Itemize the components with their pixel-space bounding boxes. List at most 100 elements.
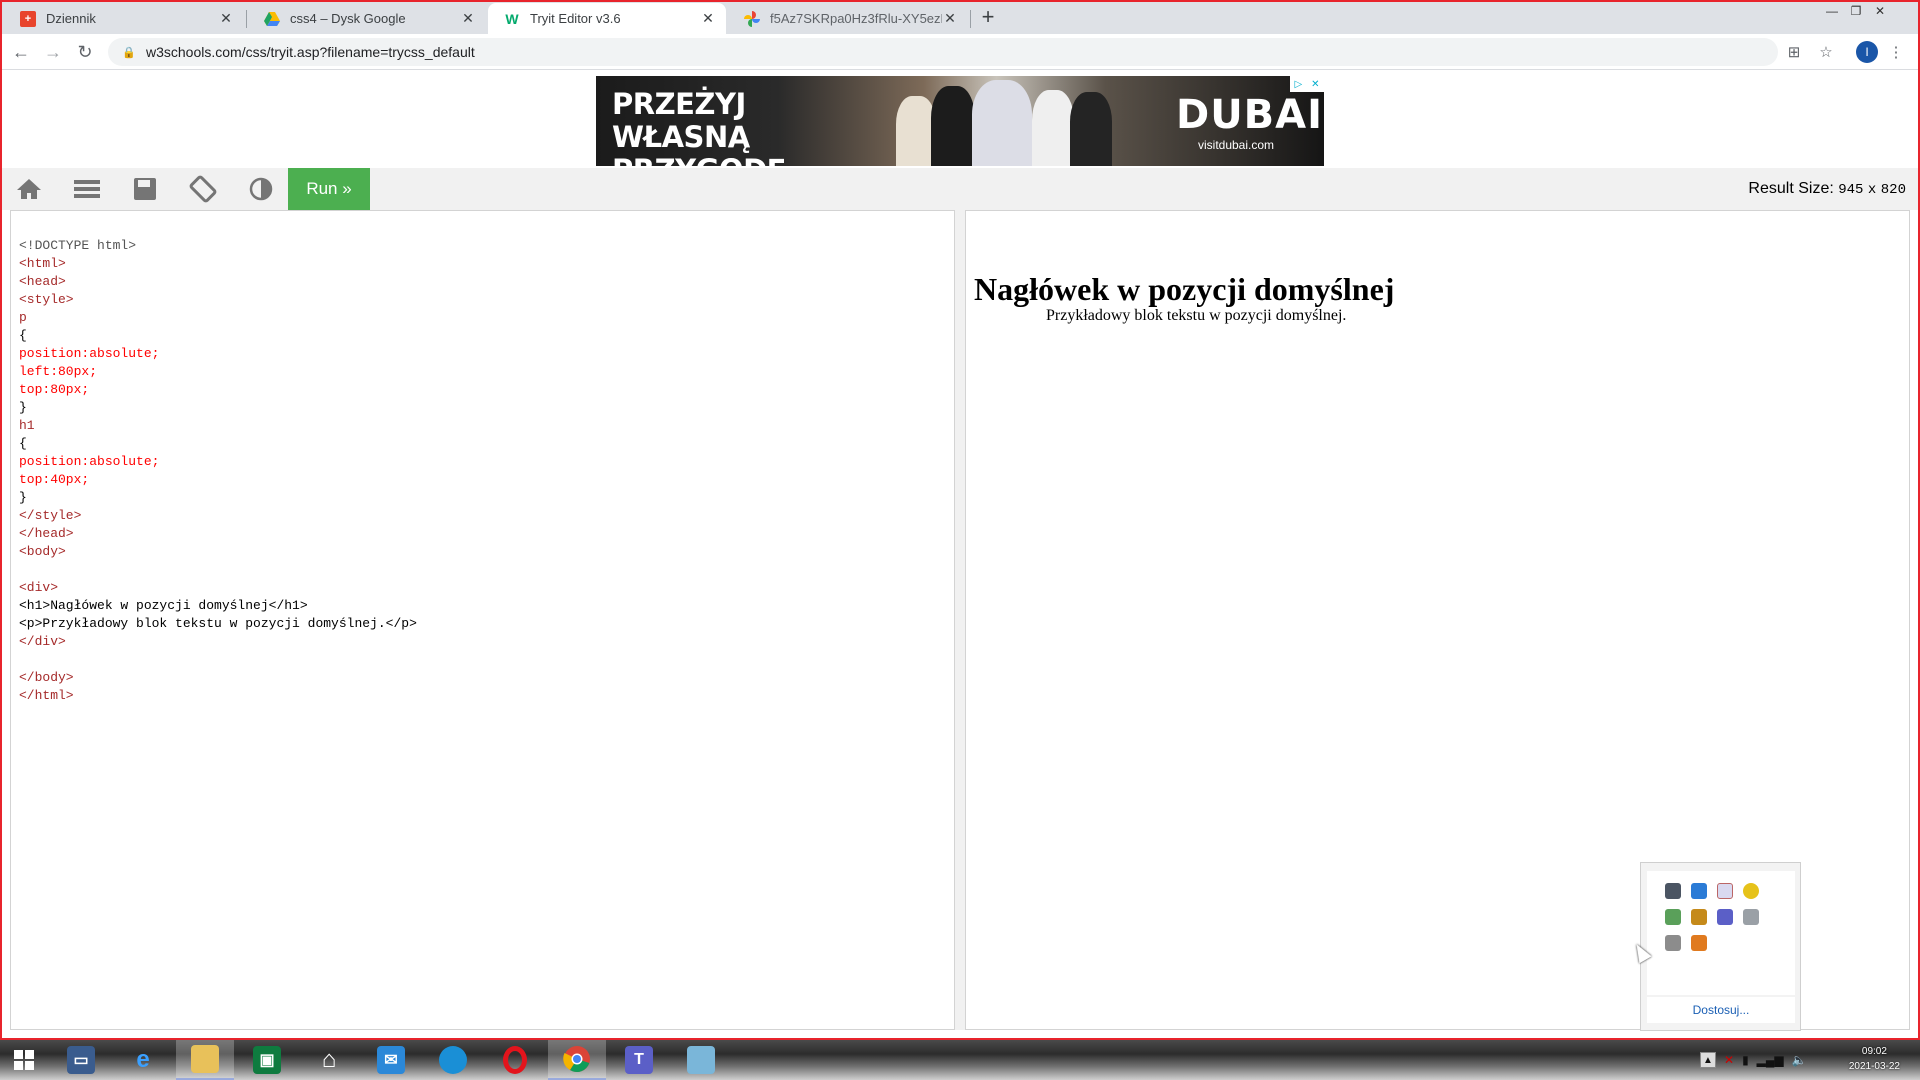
update-tray-icon[interactable] [1743, 883, 1759, 899]
close-tab-icon[interactable]: ✕ [460, 10, 476, 27]
code-line: <body> [19, 543, 417, 561]
code-token: } [19, 490, 27, 505]
clock[interactable]: 09:02 2021-03-22 [1849, 1044, 1900, 1074]
ie-icon: e [136, 1046, 150, 1073]
menu-icon[interactable] [72, 176, 102, 202]
network-error-icon[interactable]: ✕ [1724, 1053, 1734, 1067]
package-tray-icon[interactable] [1691, 909, 1707, 925]
code-line: <style> [19, 291, 417, 309]
display-tray-icon[interactable] [1665, 883, 1681, 899]
taskbar-lenovo[interactable]: ▭ [52, 1040, 110, 1080]
taskbar-home[interactable]: ⌂ [300, 1040, 358, 1080]
network-tray-icon[interactable] [1691, 883, 1707, 899]
taskbar-edge[interactable] [424, 1040, 482, 1080]
ad-choices[interactable]: ▷ ✕ [1290, 76, 1324, 92]
clock-date: 2021-03-22 [1848, 1061, 1900, 1072]
code-line: <h1>Nagłówek w pozycji domyślnej</h1> [19, 597, 417, 615]
volume-icon[interactable]: 🔈 [1792, 1053, 1807, 1067]
tab-dziennik[interactable]: + Dziennik ✕ [4, 3, 244, 34]
taskbar-mail[interactable]: ✉ [362, 1040, 420, 1080]
code-line: { [19, 327, 417, 345]
adchoices-icon[interactable]: ▷ [1294, 79, 1302, 90]
code-token: position:absolute; [19, 454, 160, 469]
show-hidden-icons-icon[interactable]: ▲ [1700, 1052, 1716, 1068]
code-token: left:80px; [19, 364, 98, 379]
tab-label: Dziennik [46, 11, 96, 26]
theme-toggle-icon[interactable] [246, 176, 276, 202]
storage-tray-icon[interactable] [1691, 935, 1707, 951]
ad-banner[interactable]: PRZEŻYJ WŁASNĄ PRZYGODĘ DUBAI visitdubai… [596, 76, 1324, 166]
code-token: { [19, 328, 27, 343]
ad-headline: PRZEŻYJ WŁASNĄ PRZYGODĘ [612, 88, 842, 167]
close-window-button[interactable]: ✕ [1870, 2, 1890, 20]
lock-icon[interactable]: 🔒 [122, 46, 136, 59]
home-icon[interactable] [14, 176, 44, 202]
battery-icon[interactable]: ▮ [1742, 1053, 1749, 1067]
forward-button[interactable]: → [42, 41, 64, 63]
code-line: <div> [19, 579, 417, 597]
restore-button[interactable]: ❐ [1846, 2, 1866, 20]
code-text[interactable]: <!DOCTYPE html> <html> <head> <style> p {posi… [19, 219, 417, 741]
code-line: </html> [19, 687, 417, 705]
tab-tryit-editor[interactable]: W Tryit Editor v3.6 ✕ [488, 3, 726, 34]
paint-tray-icon[interactable] [1717, 883, 1733, 899]
signal-icon[interactable]: ▂▄▆ [1757, 1053, 1784, 1067]
result-size-label: Result Size: [1748, 180, 1834, 197]
device-tray-icon[interactable] [1743, 909, 1759, 925]
customize-link[interactable]: Dostosuj... [1647, 997, 1795, 1023]
close-tab-icon[interactable]: ✕ [942, 10, 958, 27]
code-line: position:absolute; [19, 345, 417, 363]
back-button[interactable]: ← [10, 41, 32, 63]
taskbar-teams[interactable]: T [610, 1040, 668, 1080]
code-token: <body> [19, 544, 66, 559]
google-drive-icon [264, 11, 280, 27]
security-tray-icon[interactable] [1665, 909, 1681, 925]
notepad-icon [687, 1046, 715, 1074]
start-button[interactable] [0, 1040, 48, 1080]
taskbar-internet-explorer[interactable]: e [114, 1040, 172, 1080]
code-token: </head> [19, 526, 74, 541]
translate-icon[interactable]: ⊞ [1784, 42, 1804, 62]
close-tab-icon[interactable]: ✕ [700, 10, 716, 27]
close-tab-icon[interactable]: ✕ [218, 10, 234, 27]
system-tray: ▲ ✕ ▮ ▂▄▆ 🔈 [1700, 1046, 1807, 1074]
address-bar[interactable]: 🔒 w3schools.com/css/tryit.asp?filename=t… [108, 38, 1778, 66]
printer-tray-icon[interactable] [1665, 935, 1681, 951]
store-icon: ▣ [253, 1046, 281, 1074]
code-editor[interactable]: <!DOCTYPE html> <html> <head> <style> p {posi… [10, 210, 955, 1030]
new-tab-button[interactable]: + [976, 6, 1000, 30]
taskbar-file-explorer[interactable] [176, 1040, 234, 1080]
teams-tray-icon[interactable] [1717, 909, 1733, 925]
taskbar-opera[interactable] [486, 1040, 544, 1080]
tab-label: css4 – Dysk Google [290, 11, 406, 26]
minimize-button[interactable]: — [1822, 2, 1842, 20]
tab-google-photos[interactable]: f5Az7SKRpa0Hz3fRlu-XY5ezMm... ✕ [728, 3, 968, 34]
reload-button[interactable]: ↻ [74, 41, 96, 63]
code-line: </style> [19, 507, 417, 525]
taskbar-store[interactable]: ▣ [238, 1040, 296, 1080]
tab-separator [246, 10, 247, 28]
google-photos-icon [744, 10, 760, 27]
ad-figure [1070, 92, 1112, 166]
taskbar-notepad[interactable] [672, 1040, 730, 1080]
code-token: </html> [19, 688, 74, 703]
rotate-orientation-icon[interactable] [188, 175, 218, 203]
bookmark-star-icon[interactable]: ☆ [1816, 42, 1836, 62]
code-token: } [19, 400, 27, 415]
result-height: 820 [1880, 182, 1906, 198]
tryit-toolbar: Run » Result Size: 945 x 820 [2, 168, 1918, 210]
result-size-indicator: Result Size: 945 x 820 [1748, 180, 1906, 198]
taskbar-chrome[interactable] [548, 1040, 606, 1080]
tab-label: f5Az7SKRpa0Hz3fRlu-XY5ezMm... [770, 11, 942, 26]
ad-close-icon[interactable]: ✕ [1311, 79, 1319, 90]
folder-icon [191, 1045, 219, 1073]
panel-resize-handle[interactable] [955, 210, 965, 1030]
menu-kebab-icon[interactable]: ⋮ [1886, 42, 1906, 62]
code-token: top:80px; [19, 382, 90, 397]
tab-dysk-google[interactable]: css4 – Dysk Google ✕ [248, 3, 486, 34]
code-line: } [19, 489, 417, 507]
run-button[interactable]: Run » [288, 168, 370, 210]
save-icon[interactable] [130, 176, 160, 202]
profile-avatar[interactable]: I [1856, 41, 1878, 63]
